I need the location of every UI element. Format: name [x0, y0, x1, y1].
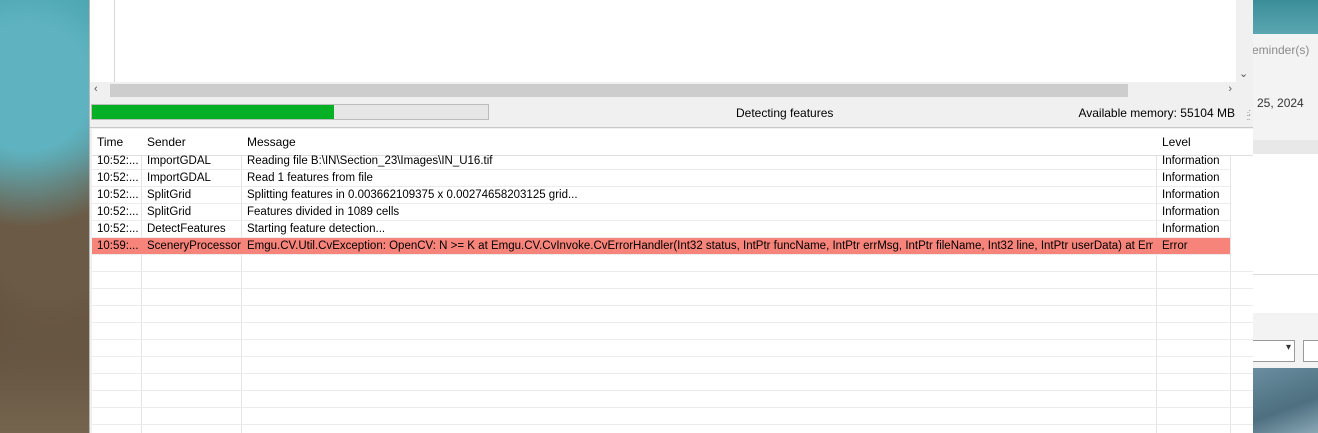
scrollbar-corner [1236, 82, 1253, 99]
log-grid[interactable]: Time Sender Message Level 10:52:... Impor… [92, 129, 1253, 433]
vertical-scrollbar[interactable]: ⌄ [1236, 0, 1253, 82]
status-bar: Detecting features Available memory: 551… [90, 100, 1253, 128]
resize-grip-icon[interactable]: ·::: [1247, 108, 1251, 122]
log-cell-time: 10:52:... [97, 206, 139, 218]
available-memory: Available memory: 55104 MB [1078, 106, 1235, 120]
column-header-sender[interactable]: Sender [147, 135, 186, 149]
log-cell-time: 10:59:... [97, 240, 139, 252]
log-cell-message: Splitting features in 0.003662109375 x 0… [247, 189, 578, 201]
log-cell-level: Information [1162, 223, 1220, 235]
log-row[interactable]: 10:52:... SplitGrid Splitting features in … [92, 187, 1230, 204]
log-cell-message: Starting feature detection... [247, 223, 386, 235]
column-header-time[interactable]: Time [97, 135, 123, 149]
desktop-wallpaper-left [0, 0, 90, 433]
log-cell-time: 10:52:... [97, 155, 139, 167]
log-row[interactable]: 10:52:... ImportGDAL Reading file B:\IN\Se… [92, 153, 1230, 170]
progress-bar [91, 104, 489, 120]
reminder-text: eminder(s) [1252, 43, 1310, 57]
chevron-down-icon: ▾ [1285, 342, 1291, 353]
empty-log-row [92, 408, 1253, 425]
log-cell-time: 10:52:... [97, 189, 139, 201]
log-cell-sender: DetectFeatures [147, 223, 226, 235]
empty-log-row [92, 289, 1253, 306]
log-row[interactable]: 10:52:... DetectFeatures Starting feature … [92, 221, 1230, 238]
scenery-processor-window: ⌄ ‹ › Detecting features Available memor… [89, 0, 1253, 433]
background-panel [1252, 154, 1318, 274]
log-cell-message: Reading file B:\IN\Section_23\Images\IN_… [247, 155, 493, 167]
log-cell-message: Emgu.CV.Util.CvException: OpenCV: N >= K… [247, 240, 1153, 252]
log-cell-message: Features divided in 1089 cells [247, 206, 400, 218]
log-cell-level: Information [1162, 155, 1220, 167]
scroll-right-icon[interactable]: › [1228, 83, 1232, 95]
log-cell-sender: SplitGrid [147, 189, 192, 201]
empty-log-row [92, 340, 1253, 357]
desktop-wallpaper-right-bottom [1252, 368, 1318, 433]
horizontal-scrollbar[interactable]: ‹ › [90, 82, 1236, 99]
log-cell-level: Error [1162, 240, 1188, 252]
status-message: Detecting features [736, 106, 834, 120]
column-header-level[interactable]: Level [1162, 135, 1191, 149]
background-input[interactable] [1303, 340, 1318, 362]
empty-log-row [92, 272, 1253, 289]
log-cell-sender: ImportGDAL [147, 172, 211, 184]
pane-inner-border [114, 0, 115, 82]
empty-log-row [92, 306, 1253, 323]
empty-log-row [92, 323, 1253, 340]
log-cell-level: Information [1162, 206, 1220, 218]
log-cell-time: 10:52:... [97, 172, 139, 184]
log-header-row: Time Sender Message Level [92, 129, 1253, 156]
background-dropdown[interactable]: ▾ [1252, 340, 1295, 362]
log-cell-sender: ImportGDAL [147, 155, 211, 167]
empty-log-row [92, 255, 1253, 272]
empty-log-row [92, 425, 1253, 433]
log-row[interactable]: 10:59:... SceneryProcessor Emgu.CV.Util.Cv… [92, 238, 1230, 255]
scroll-left-icon[interactable]: ‹ [94, 83, 98, 95]
date-text: 25, 2024 [1257, 96, 1304, 110]
horizontal-scroll-thumb[interactable] [110, 84, 1128, 97]
log-cell-level: Information [1162, 189, 1220, 201]
log-cell-message: Read 1 features from file [247, 172, 373, 184]
log-row[interactable]: 10:52:... SplitGrid Features divided in 10… [92, 204, 1230, 221]
desktop-wallpaper-right-top [1252, 0, 1318, 34]
log-cell-sender: SplitGrid [147, 206, 192, 218]
log-row[interactable]: 10:52:... ImportGDAL Read 1 features from … [92, 170, 1230, 187]
empty-log-row [92, 357, 1253, 374]
column-header-message[interactable]: Message [247, 135, 296, 149]
empty-log-row [92, 391, 1253, 408]
scroll-down-icon[interactable]: ⌄ [1239, 67, 1248, 80]
log-cell-sender: SceneryProcessor [147, 240, 241, 252]
log-cell-level: Information [1162, 172, 1220, 184]
top-output-pane[interactable] [90, 0, 1236, 82]
progress-fill [92, 105, 334, 119]
background-app-window: eminder(s) 25, 2024 ▾ [1252, 34, 1318, 368]
background-panel-2 [1252, 275, 1318, 313]
background-band [1252, 140, 1318, 154]
log-cell-time: 10:52:... [97, 223, 139, 235]
empty-log-row [92, 374, 1253, 391]
